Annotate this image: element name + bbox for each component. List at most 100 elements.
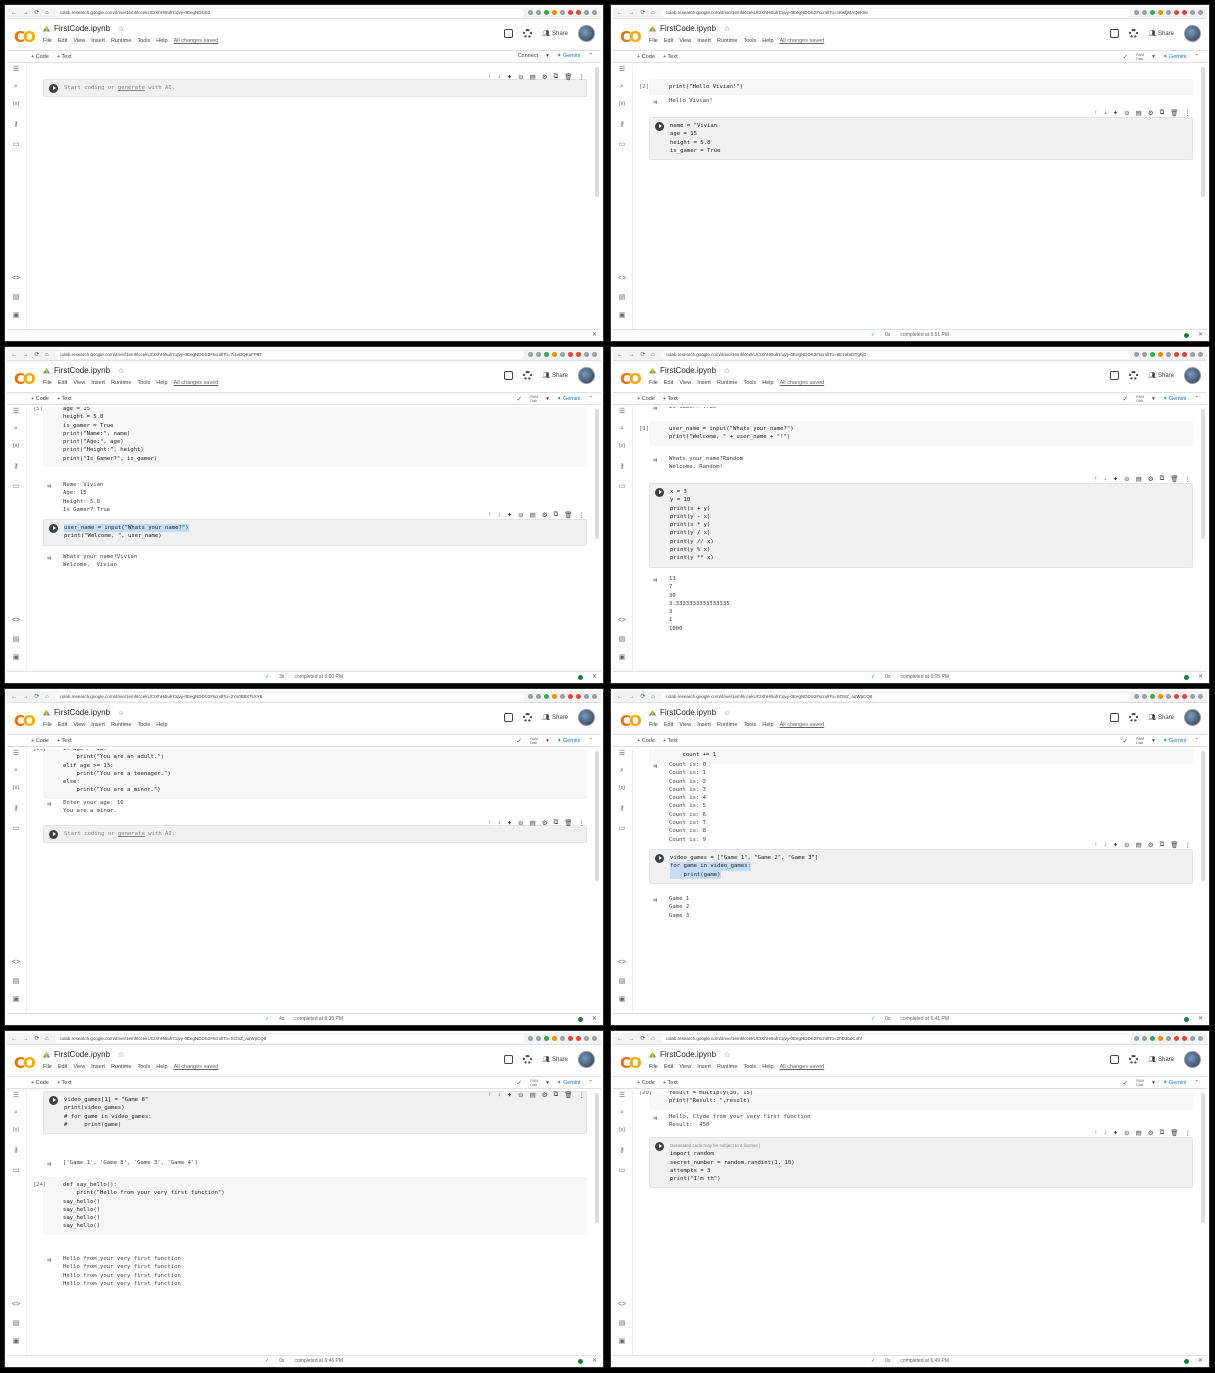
folder-icon[interactable]: ▭	[617, 1166, 627, 1174]
settings-gear-icon[interactable]	[1129, 29, 1139, 38]
comment-icon[interactable]: ▤	[530, 1091, 536, 1099]
menu-help[interactable]: Help	[762, 380, 773, 386]
gemini-cell-icon[interactable]: ✦	[1113, 475, 1118, 483]
terminal-icon[interactable]: ▣	[11, 1337, 21, 1345]
execution-completed[interactable]: completed at 6:49 PM	[900, 1358, 949, 1364]
move-up-icon[interactable]: ↑	[1094, 109, 1097, 117]
menu-runtime[interactable]: Runtime	[717, 380, 737, 386]
delete-icon[interactable]: 🗑︎	[1170, 1129, 1178, 1137]
add-code-button[interactable]: + Code	[637, 1080, 655, 1086]
code-cell[interactable]: name = "Vivian age = 15 height = 5.8 is_gam…	[649, 117, 1193, 161]
notebook-title[interactable]: FirstCode.ipynb	[54, 366, 110, 375]
link-icon[interactable]: ⊖	[518, 819, 523, 827]
gemini-button[interactable]: ✦ Gemini	[557, 396, 581, 402]
chevron-up-icon[interactable]: ⌃	[1194, 54, 1199, 60]
menu-view[interactable]: View	[679, 1064, 691, 1070]
more-icon[interactable]: ⋮	[1185, 475, 1192, 483]
output-icon[interactable]: ⇉	[47, 554, 51, 562]
search-icon[interactable]: ⌕	[11, 1109, 21, 1117]
comment-icon[interactable]	[1110, 1055, 1120, 1064]
menu-tools[interactable]: Tools	[743, 722, 756, 728]
notebook-title[interactable]: FirstCode.ipynb	[660, 24, 716, 33]
search-icon[interactable]: ⌕	[11, 83, 21, 91]
share-button[interactable]: 👥︎ Share	[1148, 372, 1174, 380]
share-button[interactable]: 👥︎ Share	[542, 30, 568, 38]
save-status[interactable]: All changes saved	[174, 1064, 219, 1070]
colab-logo[interactable]: CO	[620, 712, 642, 730]
cell-settings-icon[interactable]: ⚙	[1148, 841, 1154, 849]
link-icon[interactable]: ⊖	[1124, 475, 1129, 483]
star-icon[interactable]: ☆	[724, 709, 730, 717]
code-snippets-icon[interactable]: <>	[11, 959, 21, 966]
menu-insert[interactable]: Insert	[91, 380, 105, 386]
secrets-key-icon[interactable]: ⚷	[11, 462, 21, 470]
menu-tools[interactable]: Tools	[743, 38, 756, 44]
menu-edit[interactable]: Edit	[58, 1064, 67, 1070]
variables-icon[interactable]: {x}	[11, 443, 21, 449]
browser-nav-icons[interactable]: ← → ⟳ ⌂	[11, 1035, 51, 1042]
move-down-icon[interactable]: ↓	[1103, 109, 1106, 117]
chevron-down-icon[interactable]: ▾	[1152, 738, 1155, 744]
terminal-icon[interactable]: ▣	[617, 311, 627, 319]
scrollbar[interactable]	[595, 751, 599, 881]
ram-disk-indicator[interactable]: RAM Disk	[530, 737, 538, 745]
extension-icons[interactable]	[528, 352, 597, 357]
comment-icon[interactable]	[504, 371, 514, 380]
cell-settings-icon[interactable]: ⚙	[1148, 1129, 1154, 1137]
move-up-icon[interactable]: ↑	[1094, 841, 1097, 849]
chevron-down-icon[interactable]: ▾	[546, 396, 549, 402]
command-palette-icon[interactable]: ▤	[617, 977, 627, 985]
ram-disk-indicator[interactable]: RAM Disk	[1136, 737, 1144, 745]
more-icon[interactable]: ⋮	[579, 1091, 586, 1099]
star-icon[interactable]: ☆	[724, 367, 730, 375]
code-cell[interactable]: video_games = ["Game 1", "Game 2", "Game…	[649, 849, 1193, 884]
runtime-status-dot[interactable]	[1184, 675, 1189, 680]
menu-help[interactable]: Help	[762, 38, 773, 44]
more-icon[interactable]: ⋮	[579, 73, 586, 81]
settings-gear-icon[interactable]	[523, 1055, 533, 1064]
execution-completed[interactable]: completed at 6:41 PM	[900, 1016, 949, 1022]
menu-tools[interactable]: Tools	[137, 38, 150, 44]
search-icon[interactable]: ⌕	[617, 83, 627, 91]
gemini-button[interactable]: ✦ Gemini	[1163, 396, 1187, 402]
add-text-button[interactable]: + Text	[57, 1080, 72, 1086]
command-palette-icon[interactable]: ▤	[11, 293, 21, 301]
gemini-button[interactable]: ✦ Gemini	[1163, 738, 1187, 744]
scrollbar[interactable]	[1201, 67, 1205, 197]
move-down-icon[interactable]: ↓	[497, 73, 500, 81]
variables-icon[interactable]: {x}	[11, 785, 21, 791]
run-cell-button[interactable]	[49, 830, 58, 839]
menu-runtime[interactable]: Runtime	[111, 722, 131, 728]
run-cell-button[interactable]	[655, 488, 664, 497]
save-status[interactable]: All changes saved	[780, 1064, 825, 1070]
save-status[interactable]: All changes saved	[780, 380, 825, 386]
browser-nav-icons[interactable]: ← → ⟳ ⌂	[11, 351, 51, 358]
scrollbar[interactable]	[595, 1093, 599, 1223]
colab-logo[interactable]: CO	[14, 370, 36, 388]
menu-runtime[interactable]: Runtime	[717, 38, 737, 44]
folder-icon[interactable]: ▭	[11, 482, 21, 490]
gemini-cell-icon[interactable]: ✦	[507, 1091, 512, 1099]
run-cell-button[interactable]	[655, 122, 664, 131]
menu-icon[interactable]: ☰	[617, 65, 627, 73]
star-icon[interactable]: ☆	[724, 25, 730, 33]
code-cell[interactable]: user_name = input("Whats your name?") pri…	[43, 519, 587, 546]
terminal-icon[interactable]: ▣	[11, 995, 21, 1003]
chevron-down-icon[interactable]: ▾	[546, 53, 549, 59]
chevron-up-icon[interactable]: ⌃	[588, 53, 593, 59]
save-status[interactable]: All changes saved	[174, 380, 219, 386]
share-button[interactable]: 👥︎ Share	[542, 372, 568, 380]
search-icon[interactable]: ⌕	[617, 1109, 627, 1117]
chevron-down-icon[interactable]: ▾	[1152, 54, 1155, 60]
folder-icon[interactable]: ▭	[11, 824, 21, 832]
terminal-icon[interactable]: ▣	[11, 653, 21, 661]
notebook-title[interactable]: FirstCode.ipynb	[54, 24, 110, 33]
gemini-cell-icon[interactable]: ✦	[1113, 841, 1118, 849]
delete-icon[interactable]: 🗑︎	[564, 1091, 572, 1099]
menu-edit[interactable]: Edit	[664, 38, 673, 44]
cell-settings-icon[interactable]: ⚙	[542, 1091, 548, 1099]
add-text-button[interactable]: + Text	[57, 54, 72, 60]
close-icon[interactable]: ✕	[1198, 1357, 1203, 1364]
mirror-cell-icon[interactable]: ⧉	[1160, 1129, 1165, 1137]
secrets-key-icon[interactable]: ⚷	[617, 1146, 627, 1154]
